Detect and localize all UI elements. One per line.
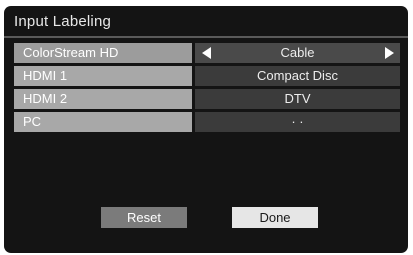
input-name: ColorStream HD [14,43,192,63]
row-colorstream-hd[interactable]: ColorStream HD Cable [14,43,400,63]
row-hdmi-2[interactable]: HDMI 2 DTV [14,89,400,109]
reset-button[interactable]: Reset [101,207,187,228]
row-pc[interactable]: PC · · [14,112,400,132]
input-labeling-dialog: Input Labeling ColorStream HD Cable HDMI… [4,6,408,253]
right-arrow-icon[interactable] [382,45,396,61]
row-hdmi-1[interactable]: HDMI 1 Compact Disc [14,66,400,86]
title-divider [4,36,408,38]
left-arrow-icon[interactable] [199,45,213,61]
dialog-title: Input Labeling [14,13,112,30]
input-name: HDMI 1 [14,66,192,86]
done-button[interactable]: Done [232,207,318,228]
input-label-value[interactable]: · · [195,112,400,132]
input-label-value: Cable [280,45,315,60]
input-label-value[interactable]: Compact Disc [195,66,400,86]
input-name: HDMI 2 [14,89,192,109]
input-label-value[interactable]: DTV [195,89,400,109]
input-name: PC [14,112,192,132]
input-label-selector[interactable]: Cable [195,43,400,63]
